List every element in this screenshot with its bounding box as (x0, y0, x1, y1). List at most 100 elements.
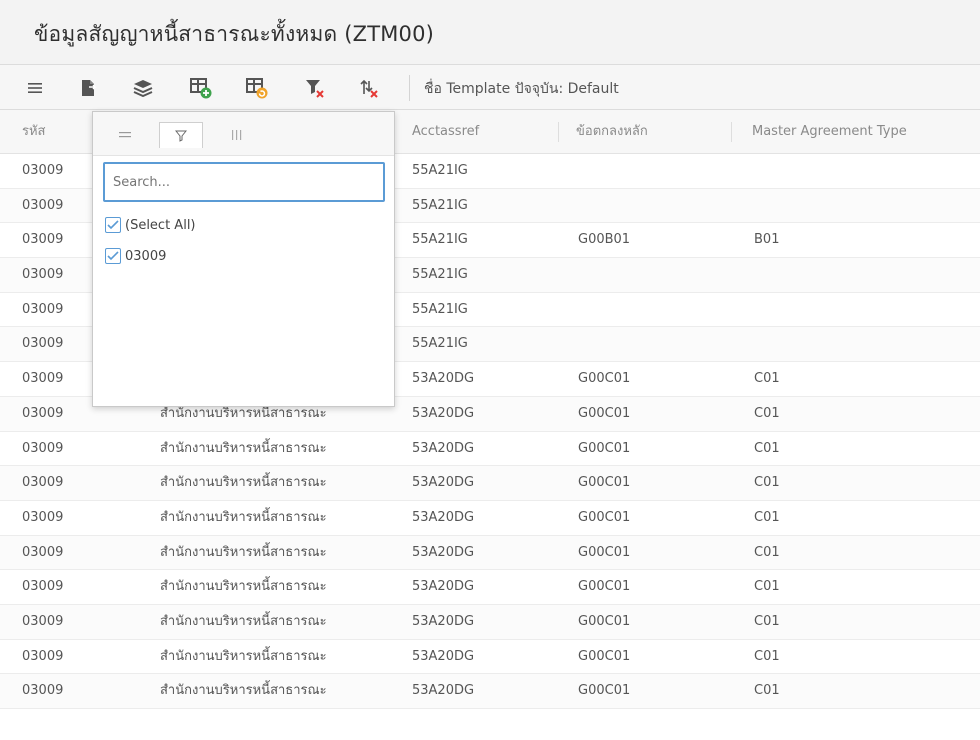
cell-agency: สำนักงานบริหารหนี้สาธารณะ (160, 683, 327, 699)
cell-acctassref: 53A20DG (412, 579, 475, 595)
table-row[interactable]: 03009 สำนักงานบริหารหนี้สาธารณะ 53A20DG G00… (0, 501, 980, 536)
cell-master-agreement-type: C01 (754, 440, 780, 456)
cell-agency: สำนักงานบริหารหนี้สาธารณะ (160, 579, 327, 595)
cell-main-agreement: G00C01 (578, 509, 631, 525)
template-label: ชื่อ Template ปัจจุบัน: Default (424, 81, 619, 97)
checkbox-checked-icon (105, 217, 121, 233)
cell-acctassref: 53A20DG (412, 683, 475, 699)
menu-icon[interactable] (24, 77, 46, 99)
table-row[interactable]: 03009 สำนักงานบริหารหนี้สาธารณะ 53A20DG G00… (0, 674, 980, 709)
clear-sort-icon[interactable] (358, 77, 380, 99)
table-row[interactable]: 03009 สำนักงานบริหารหนี้สาธารณะ 53A20DG G00… (0, 432, 980, 467)
cell-acctassref: 53A20DG (412, 405, 475, 421)
cell-code: 03009 (22, 579, 64, 595)
filter-item-label: 03009 (125, 248, 167, 264)
cell-master-agreement-type: C01 (754, 683, 780, 699)
filter-item-label: (Select All) (125, 217, 196, 233)
checkbox-checked-icon (105, 248, 121, 264)
layers-icon[interactable] (132, 77, 154, 99)
cell-code: 03009 (22, 683, 64, 699)
cell-acctassref: 53A20DG (412, 475, 475, 491)
tab-filter[interactable] (159, 122, 203, 148)
table-row[interactable]: 03009 สำนักงานบริหารหนี้สาธารณะ 53A20DG G00… (0, 604, 980, 640)
clear-filter-icon[interactable] (304, 77, 326, 99)
edit-grid-icon[interactable] (246, 77, 268, 99)
cell-code: 03009 (22, 613, 64, 629)
cell-code: 03009 (22, 440, 64, 456)
column-header-code[interactable]: รหัส (22, 110, 46, 154)
cell-main-agreement: G00B01 (578, 232, 631, 248)
cell-master-agreement-type: B01 (754, 232, 780, 248)
cell-agency: สำนักงานบริหารหนี้สาธารณะ (160, 440, 327, 456)
cell-main-agreement: G00C01 (578, 475, 631, 491)
cell-master-agreement-type: C01 (754, 648, 780, 664)
cell-agency: สำนักงานบริหารหนี้สาธารณะ (160, 544, 327, 560)
cell-acctassref: 53A20DG (412, 509, 475, 525)
cell-acctassref: 53A20DG (412, 613, 475, 629)
table-row[interactable]: 03009 สำนักงานบริหารหนี้สาธารณะ 53A20DG G00… (0, 640, 980, 675)
cell-main-agreement: G00C01 (578, 405, 631, 421)
cell-acctassref: 53A20DG (412, 371, 475, 387)
page-title: ข้อมูลสัญญาหนี้สาธารณะทั้งหมด (ZTM00) (34, 22, 435, 46)
column-header-acctassref[interactable]: Acctassref (412, 110, 479, 154)
toolbar-divider (409, 75, 410, 101)
cell-code: 03009 (22, 197, 64, 213)
cell-main-agreement: G00C01 (578, 440, 631, 456)
table-row[interactable]: 03009 สำนักงานบริหารหนี้สาธารณะ 53A20DG G00… (0, 570, 980, 605)
cell-agency: สำนักงานบริหารหนี้สาธารณะ (160, 475, 327, 491)
cell-main-agreement: G00C01 (578, 613, 631, 629)
cell-agency: สำนักงานบริหารหนี้สาธารณะ (160, 648, 327, 664)
tab-general-menu[interactable] (103, 122, 147, 148)
cell-master-agreement-type: C01 (754, 475, 780, 491)
cell-code: 03009 (22, 336, 64, 352)
column-header-main-agreement[interactable]: ข้อตกลงหลัก (576, 110, 648, 154)
cell-code: 03009 (22, 371, 64, 387)
cell-code: 03009 (22, 544, 64, 560)
cell-agency: สำนักงานบริหารหนี้สาธารณะ (160, 509, 327, 525)
cell-master-agreement-type: C01 (754, 405, 780, 421)
cell-master-agreement-type: C01 (754, 579, 780, 595)
cell-acctassref: 55A21IG (412, 301, 468, 317)
column-divider[interactable] (731, 122, 732, 142)
cell-main-agreement: G00C01 (578, 544, 631, 560)
title-bar: ข้อมูลสัญญาหนี้สาธารณะทั้งหมด (ZTM00) (0, 0, 980, 64)
column-header-master-agreement-type[interactable]: Master Agreement Type (752, 110, 907, 154)
cell-master-agreement-type: C01 (754, 371, 780, 387)
cell-code: 03009 (22, 509, 64, 525)
cell-code: 03009 (22, 475, 64, 491)
cell-main-agreement: G00C01 (578, 683, 631, 699)
cell-agency: สำนักงานบริหารหนี้สาธารณะ (160, 613, 327, 629)
table-row[interactable]: 03009 สำนักงานบริหารหนี้สาธารณะ 53A20DG G00… (0, 535, 980, 571)
filter-value-checkbox[interactable]: 03009 (105, 245, 166, 267)
cell-main-agreement: G00C01 (578, 579, 631, 595)
cell-code: 03009 (22, 232, 64, 248)
tab-columns[interactable] (215, 122, 259, 148)
cell-code: 03009 (22, 301, 64, 317)
cell-code: 03009 (22, 267, 64, 283)
table-row[interactable]: 03009 สำนักงานบริหารหนี้สาธารณะ 53A20DG G00… (0, 466, 980, 501)
popup-tabs (93, 112, 394, 156)
cell-acctassref: 53A20DG (412, 440, 475, 456)
cell-acctassref: 55A21IG (412, 336, 468, 352)
cell-acctassref: 55A21IG (412, 163, 468, 178)
cell-master-agreement-type: C01 (754, 509, 780, 525)
cell-acctassref: 55A21IG (412, 267, 468, 283)
cell-code: 03009 (22, 405, 64, 421)
cell-code: 03009 (22, 163, 64, 178)
cell-main-agreement: G00C01 (578, 371, 631, 387)
filter-search-input[interactable] (103, 162, 385, 202)
toolbar: ชื่อ Template ปัจจุบัน: Default (0, 64, 980, 110)
cell-master-agreement-type: C01 (754, 613, 780, 629)
column-filter-popup: (Select All) 03009 (92, 111, 395, 407)
cell-acctassref: 55A21IG (412, 197, 468, 213)
cell-acctassref: 53A20DG (412, 648, 475, 664)
cell-master-agreement-type: C01 (754, 544, 780, 560)
export-icon[interactable] (78, 77, 100, 99)
add-grid-icon[interactable] (190, 77, 212, 99)
column-divider[interactable] (558, 122, 559, 142)
cell-main-agreement: G00C01 (578, 648, 631, 664)
filter-select-all-checkbox[interactable]: (Select All) (105, 214, 196, 236)
cell-code: 03009 (22, 648, 64, 664)
cell-acctassref: 53A20DG (412, 544, 475, 560)
cell-acctassref: 55A21IG (412, 232, 468, 248)
